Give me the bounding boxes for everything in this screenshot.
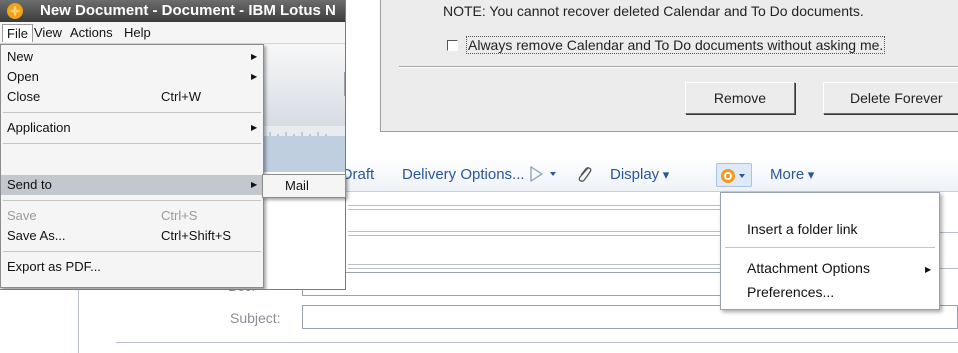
- menu-item-save-as[interactable]: Save As... Ctrl+Shift+S: [1, 226, 263, 246]
- menu-item-open[interactable]: Open ▶: [1, 67, 263, 87]
- delivery-options-button[interactable]: Delivery Options...: [402, 166, 525, 183]
- delete-confirmation-dialog: NOTE: You cannot recover deleted Calenda…: [380, 0, 958, 132]
- cc-field-border: [348, 231, 720, 232]
- cc-field-border: [348, 235, 720, 236]
- menu-file[interactable]: File: [2, 24, 33, 42]
- menu-separator: [3, 200, 261, 201]
- window-title: New Document - Document - IBM Lotus N: [40, 2, 336, 19]
- title-bar: New Document - Document - IBM Lotus N: [0, 0, 345, 22]
- submenu-arrow-icon: ▶: [251, 180, 258, 189]
- menu-actions[interactable]: Actions: [66, 24, 117, 42]
- submenu-item-mail[interactable]: Mail: [285, 178, 309, 193]
- always-remove-label[interactable]: Always remove Calendar and To Do documen…: [466, 36, 886, 54]
- menu-item-export-pdf[interactable]: Export as PDF...: [1, 257, 263, 277]
- more-menu-dropdown: Insert a folder link Attachment Options …: [720, 192, 940, 310]
- bcc-field-border: [348, 264, 720, 265]
- submenu-arrow-icon: ▶: [925, 265, 932, 274]
- menu-item-label: Save: [7, 208, 37, 223]
- attachment-paperclip-icon[interactable]: [573, 163, 595, 185]
- menu-item-application[interactable]: Application ▶: [1, 118, 263, 138]
- menu-item-label: Send to: [7, 177, 52, 192]
- follow-up-flag-icon[interactable]: [528, 163, 560, 185]
- header-divider: [116, 342, 958, 343]
- menu-separator: [725, 247, 935, 248]
- menu-item-label: Open: [7, 69, 39, 84]
- menu-item-close[interactable]: Close Ctrl+W: [1, 87, 263, 107]
- mail-action-bar: s Draft Delivery Options... Display More: [330, 158, 958, 192]
- field-border: [940, 232, 958, 233]
- dialog-note-text: NOTE: You cannot recover deleted Calenda…: [443, 3, 864, 19]
- bcc-input[interactable]: [302, 272, 722, 296]
- submenu-arrow-icon: ▶: [251, 123, 258, 132]
- menu-item-save[interactable]: Save Ctrl+S: [1, 206, 263, 226]
- menu-separator: [3, 143, 261, 144]
- more-menu-button[interactable]: More: [770, 166, 814, 183]
- field-border: [940, 268, 958, 269]
- menu-separator: [3, 251, 261, 252]
- submenu-arrow-icon: ▶: [251, 52, 258, 61]
- subject-label: Subject:: [230, 310, 281, 326]
- display-menu-button[interactable]: Display: [610, 166, 669, 183]
- menu-item-label: New: [7, 49, 34, 64]
- lotus-notes-logo-icon: [6, 2, 24, 20]
- to-field-border: [348, 209, 720, 210]
- menu-item-insert-folder-link[interactable]: Insert a folder link: [747, 221, 858, 237]
- lotus-notes-window: New Document - Document - IBM Lotus N Fi…: [0, 0, 346, 290]
- menu-item-label: Save As...: [7, 228, 66, 243]
- always-remove-option[interactable]: Always remove Calendar and To Do documen…: [447, 36, 886, 54]
- menu-item-new[interactable]: New ▶: [1, 47, 263, 67]
- menu-view[interactable]: View: [30, 24, 66, 42]
- toolbar-field[interactable]: [344, 72, 345, 96]
- app-toolbar: [264, 44, 345, 130]
- menu-help[interactable]: Help: [120, 24, 155, 42]
- file-menu-dropdown: New ▶ Open ▶ Close Ctrl+W Application ▶ …: [0, 44, 264, 288]
- menu-item-preferences[interactable]: Preferences...: [747, 284, 834, 300]
- menu-item-shortcut: Ctrl+S: [161, 208, 198, 223]
- menu-item-attachment-options[interactable]: Attachment Options: [747, 260, 870, 276]
- send-to-submenu: Mail: [262, 174, 346, 198]
- menu-item-label: Application: [7, 120, 71, 135]
- menu-item-label: Export as PDF...: [7, 259, 101, 274]
- menu-item-label: Close: [7, 89, 41, 104]
- document-header-bar: [264, 136, 345, 172]
- bcc-field-border: [348, 268, 720, 269]
- menu-separator: [3, 112, 261, 113]
- ruler: [264, 126, 345, 137]
- submenu-arrow-icon: ▶: [251, 72, 258, 81]
- menu-bar: File View Actions Help: [0, 22, 345, 44]
- delete-forever-button[interactable]: Delete Forever: [823, 82, 958, 114]
- to-field-border: [348, 205, 720, 206]
- menu-item-shortcut: Ctrl+Shift+S: [161, 228, 232, 243]
- sametime-status-icon[interactable]: [716, 163, 752, 187]
- always-remove-checkbox[interactable]: [447, 39, 458, 51]
- menu-item-send-to[interactable]: Send to ▶: [1, 175, 263, 195]
- remove-button[interactable]: Remove: [685, 82, 795, 114]
- dialog-separator: [399, 66, 958, 68]
- menu-item-shortcut: Ctrl+W: [161, 89, 202, 104]
